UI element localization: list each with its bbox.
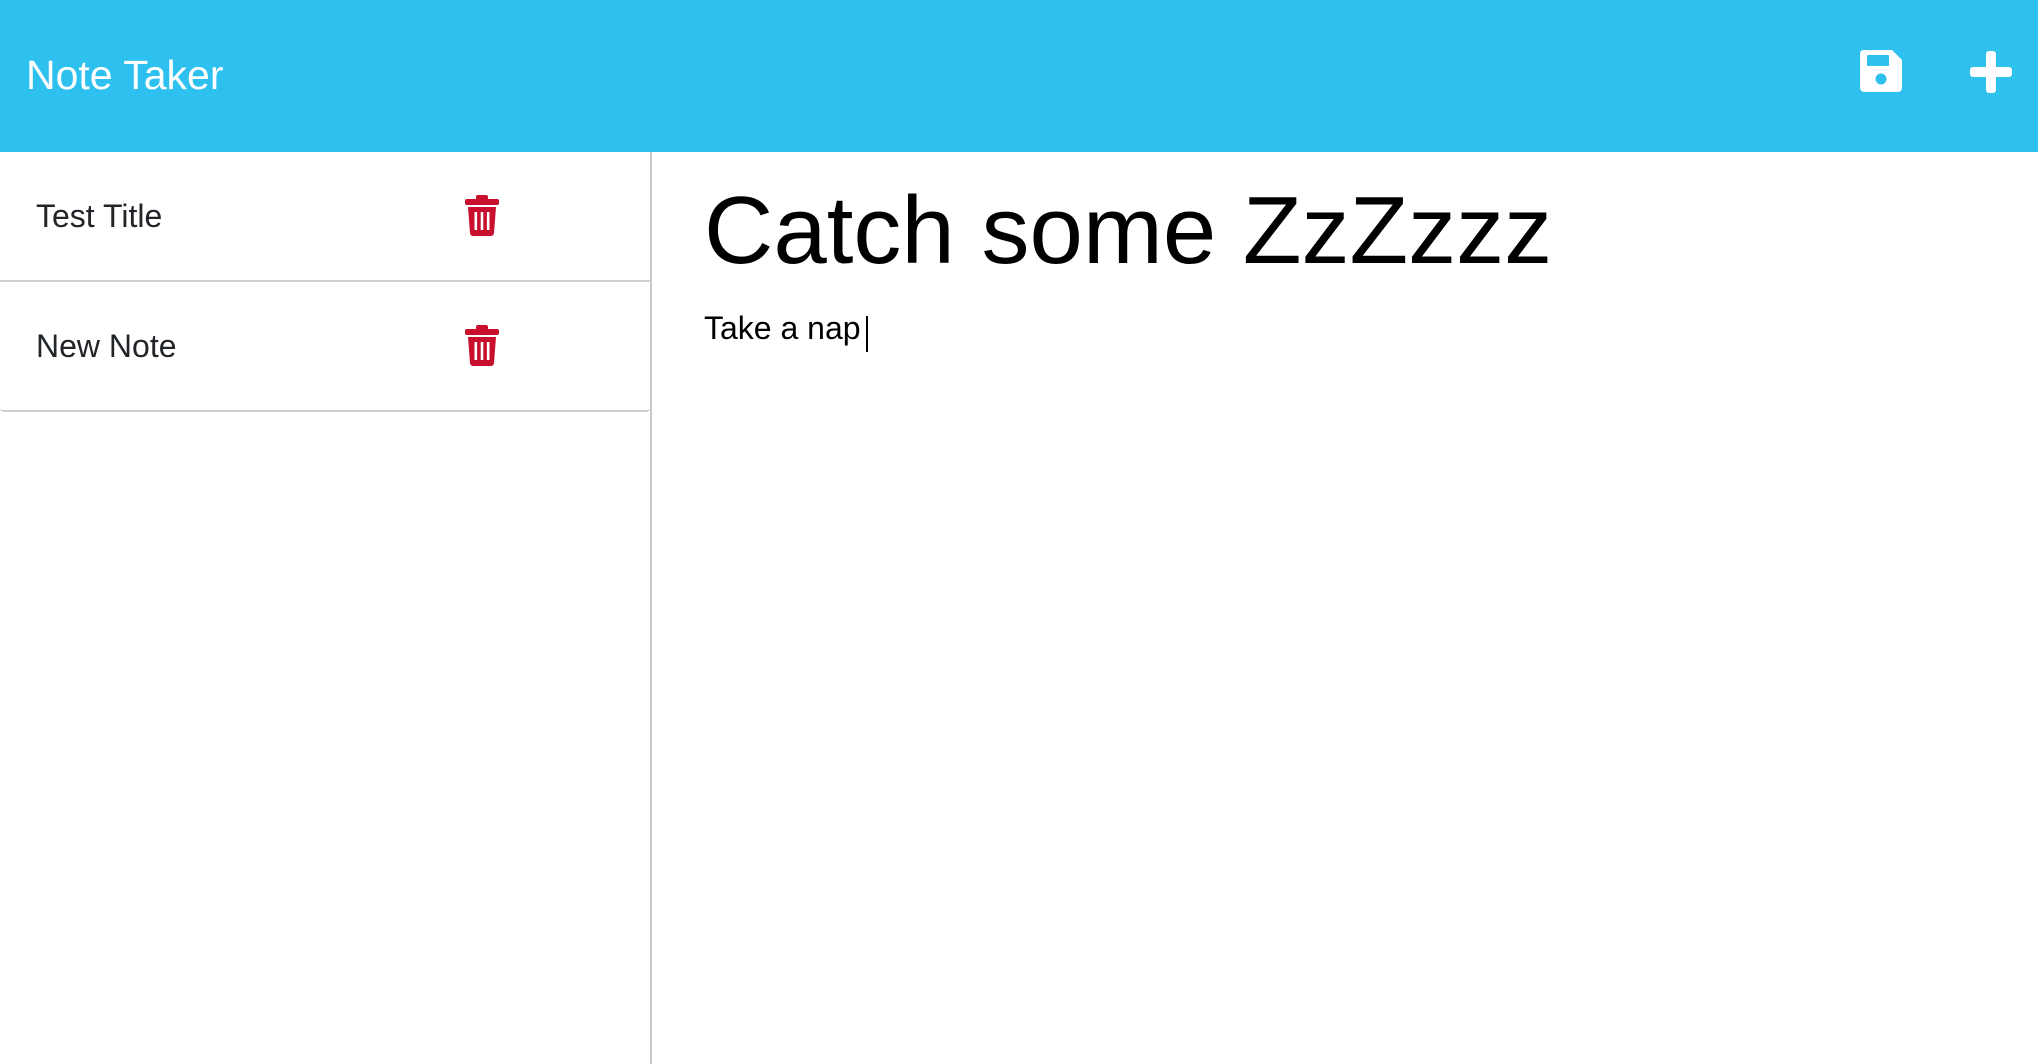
note-title[interactable]: New Note [36,282,177,410]
list-item[interactable]: Test Title [0,152,650,280]
brand-title[interactable]: Note Taker [26,50,224,100]
note-editor: Take a nap [654,152,2038,1064]
note-title-input[interactable] [704,176,2004,286]
text-cursor [866,316,868,352]
trash-icon[interactable] [464,194,500,236]
note-textarea[interactable]: Take a nap [704,308,2004,1008]
navbar: Note Taker [0,0,2038,152]
note-sidebar: Test Title New Note [0,152,652,1064]
trash-icon[interactable] [464,324,500,366]
plus-icon[interactable] [1968,49,2014,95]
note-list: Test Title New Note [0,152,650,412]
note-title[interactable]: Test Title [36,152,162,280]
save-icon[interactable] [1858,48,1904,94]
list-item[interactable]: New Note [0,280,650,410]
